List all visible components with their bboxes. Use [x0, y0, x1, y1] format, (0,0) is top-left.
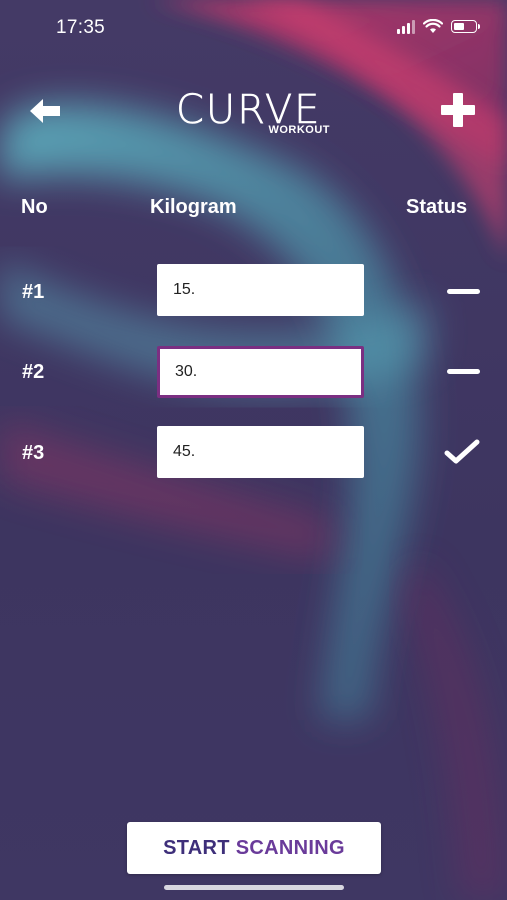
start-scanning-label-scanning: SCANNING	[235, 836, 345, 859]
column-header-kilogram: Kilogram	[150, 196, 237, 218]
row-number-3: #3	[22, 442, 45, 464]
wifi-icon	[423, 19, 443, 33]
status-icons	[397, 19, 480, 34]
row-number-2: #2	[22, 361, 45, 383]
status-time: 17:35	[56, 17, 106, 38]
start-scanning-button[interactable]: START SCANNING	[127, 822, 381, 874]
start-scanning-label-start: START	[163, 836, 230, 859]
add-plus-icon[interactable]	[438, 90, 478, 130]
app-screen: 17:35 CURVE WORKOUT No Kilogram Status #…	[0, 0, 507, 900]
row-number-1: #1	[22, 281, 45, 303]
home-indicator[interactable]	[164, 885, 344, 890]
checkmark-icon	[444, 439, 480, 464]
back-arrow-icon[interactable]	[28, 96, 62, 126]
curve-workout-logo: CURVE WORKOUT	[176, 90, 336, 146]
minus-icon	[447, 289, 480, 294]
column-header-no: No	[21, 196, 48, 218]
kilogram-input-1[interactable]	[157, 264, 364, 316]
kilogram-input-2[interactable]	[157, 346, 364, 398]
column-header-status: Status	[406, 196, 468, 218]
cellular-signal-icon	[397, 19, 415, 34]
kilogram-input-3[interactable]	[157, 426, 364, 478]
logo-subtext: WORKOUT	[268, 124, 330, 136]
battery-icon	[451, 20, 480, 33]
minus-icon	[447, 369, 480, 374]
